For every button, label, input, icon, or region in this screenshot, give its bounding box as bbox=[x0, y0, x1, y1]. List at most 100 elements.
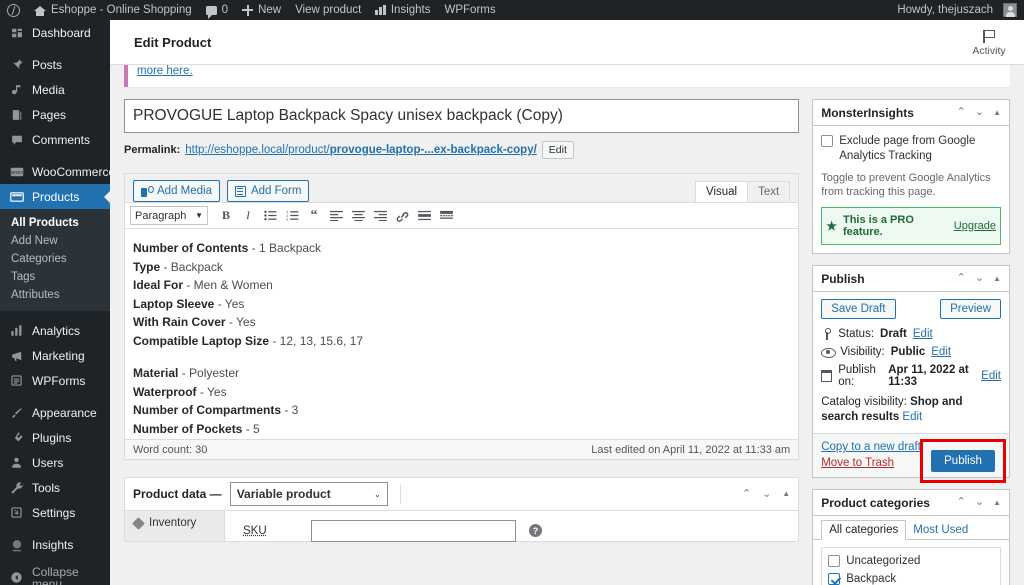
category-checkbox-uncategorized[interactable] bbox=[828, 555, 841, 567]
help-icon[interactable]: ? bbox=[529, 524, 542, 537]
notice-more-link[interactable]: more here. bbox=[137, 65, 193, 77]
tab-text[interactable]: Text bbox=[747, 181, 791, 202]
tab-all-categories[interactable]: All categories bbox=[821, 520, 907, 540]
sidebar-item-comments[interactable]: Comments bbox=[0, 127, 110, 152]
sidebar-item-label: Analytics bbox=[32, 323, 81, 338]
submenu-item-all-products[interactable]: All Products bbox=[0, 214, 110, 232]
status-edit-link[interactable]: Edit bbox=[913, 328, 933, 340]
sidebar-item-posts[interactable]: Posts bbox=[0, 52, 110, 77]
content-region: Edit Product Activity more here. PROVOGU… bbox=[110, 20, 1024, 585]
new-content-menu[interactable]: New bbox=[235, 0, 288, 20]
submenu-item-tags[interactable]: Tags bbox=[0, 268, 110, 286]
preview-button[interactable]: Preview bbox=[940, 299, 1001, 319]
collapse-toggle-icon[interactable]: ▲ bbox=[993, 274, 1001, 283]
align-right-icon[interactable] bbox=[370, 206, 390, 226]
category-item[interactable]: Uncategorized bbox=[828, 553, 994, 571]
collapse-toggle-icon[interactable]: ▲ bbox=[782, 490, 790, 498]
category-item[interactable]: Backpack bbox=[828, 571, 994, 585]
chevron-up-icon[interactable]: ⌃ bbox=[957, 273, 966, 284]
account-area[interactable]: Howdy, thejuszach bbox=[890, 0, 1024, 20]
sidebar-item-wpforms[interactable]: WPForms bbox=[0, 368, 110, 393]
upgrade-link[interactable]: Upgrade bbox=[954, 220, 996, 232]
view-product-menu[interactable]: View product bbox=[288, 0, 368, 20]
submenu-item-attributes[interactable]: Attributes bbox=[0, 286, 110, 304]
exclude-tracking-row[interactable]: Exclude page from Google Analytics Track… bbox=[821, 134, 1001, 164]
align-center-icon[interactable] bbox=[348, 206, 368, 226]
chevron-up-icon[interactable]: ⌃ bbox=[957, 497, 966, 508]
tab-visual[interactable]: Visual bbox=[695, 181, 749, 202]
insights-menu[interactable]: Insights bbox=[368, 0, 437, 20]
editor-content-area[interactable]: Number of Contents - 1 Backpack Type - B… bbox=[125, 229, 799, 439]
toolbar-toggle-icon[interactable] bbox=[436, 206, 456, 226]
add-media-button[interactable]: Add Media bbox=[133, 180, 220, 202]
sidebar-item-tools[interactable]: Tools bbox=[0, 475, 110, 500]
publish-on-label: Publish on: bbox=[838, 364, 876, 388]
sidebar-item-analytics[interactable]: Analytics bbox=[0, 318, 110, 343]
howdy-menu[interactable]: Howdy, thejuszach bbox=[890, 0, 1024, 20]
metabox-controls: ⌃ ⌄ ▲ bbox=[957, 107, 1001, 118]
chevron-down-icon[interactable]: ⌄ bbox=[975, 497, 984, 508]
bold-icon[interactable]: B bbox=[216, 206, 236, 226]
sku-input[interactable] bbox=[311, 519, 516, 542]
activity-button[interactable]: Activity bbox=[964, 28, 1014, 57]
sidebar-item-dashboard[interactable]: Dashboard bbox=[0, 20, 110, 45]
tab-most-used[interactable]: Most Used bbox=[906, 521, 975, 539]
category-checkbox-backpack[interactable] bbox=[828, 573, 841, 585]
chevron-up-icon[interactable]: ⌃ bbox=[957, 107, 966, 118]
sidebar-item-insights[interactable]: Insights bbox=[0, 532, 110, 557]
page-header: Edit Product Activity bbox=[110, 20, 1024, 65]
sidebar-item-appearance[interactable]: Appearance bbox=[0, 400, 110, 425]
spec-line: Number of Pockets - 5 bbox=[133, 420, 790, 439]
collapse-menu-button[interactable]: Collapse menu bbox=[0, 565, 110, 585]
sidebar-item-products[interactable]: Products bbox=[0, 184, 110, 209]
align-left-icon[interactable] bbox=[326, 206, 346, 226]
copy-to-new-draft-link[interactable]: Copy to a new draft bbox=[821, 441, 921, 453]
italic-icon[interactable]: I bbox=[238, 206, 258, 226]
sidebar-item-settings[interactable]: Settings bbox=[0, 500, 110, 525]
pin-icon bbox=[821, 328, 832, 340]
collapse-toggle-icon[interactable]: ▲ bbox=[993, 108, 1001, 117]
move-to-trash-link[interactable]: Move to Trash bbox=[821, 457, 921, 469]
collapse-toggle-icon[interactable]: ▲ bbox=[993, 498, 1001, 507]
sidebar-item-users[interactable]: Users bbox=[0, 450, 110, 475]
sidebar-item-plugins[interactable]: Plugins bbox=[0, 425, 110, 450]
product-data-metabox: Product data — Variable product ⌄ ⌃ ⌄ ▲ bbox=[124, 477, 800, 542]
pd-tab-inventory[interactable]: Inventory bbox=[125, 516, 224, 530]
sidebar-item-pages[interactable]: Pages bbox=[0, 102, 110, 127]
products-submenu: All Products Add New Categories Tags Att… bbox=[0, 209, 110, 311]
publish-on-edit-link[interactable]: Edit bbox=[981, 370, 1001, 382]
product-data-header: Product data — Variable product ⌄ ⌃ ⌄ ▲ bbox=[125, 478, 799, 511]
comments-menu[interactable]: 0 bbox=[199, 0, 235, 20]
chevron-up-icon[interactable]: ⌃ bbox=[742, 488, 751, 500]
wpforms-menu[interactable]: WPForms bbox=[438, 0, 503, 20]
chevron-down-icon[interactable]: ⌄ bbox=[975, 107, 984, 118]
chevron-down-icon[interactable]: ⌄ bbox=[975, 273, 984, 284]
chevron-down-icon[interactable]: ⌄ bbox=[762, 488, 771, 500]
save-draft-button[interactable]: Save Draft bbox=[821, 299, 896, 319]
exclude-tracking-checkbox[interactable] bbox=[821, 135, 834, 147]
product-type-select[interactable]: Variable product ⌄ bbox=[229, 482, 388, 506]
numbered-list-icon[interactable]: 123 bbox=[282, 206, 302, 226]
sidebar-item-woocommerce[interactable]: WOO WooCommerce bbox=[0, 159, 110, 184]
submenu-item-categories[interactable]: Categories bbox=[0, 250, 110, 268]
wordpress-logo-menu[interactable] bbox=[0, 0, 27, 20]
visibility-edit-link[interactable]: Edit bbox=[931, 346, 951, 358]
sidebar-item-label: Users bbox=[32, 455, 64, 470]
blockquote-icon[interactable]: “ bbox=[304, 206, 324, 226]
user-icon bbox=[9, 455, 24, 470]
product-title-input[interactable]: PROVOGUE Laptop Backpack Spacy unisex ba… bbox=[124, 99, 800, 133]
add-form-button[interactable]: Add Form bbox=[226, 180, 310, 202]
publish-button[interactable]: Publish bbox=[931, 450, 995, 472]
edit-permalink-button[interactable]: Edit bbox=[541, 141, 574, 159]
sidebar-item-media[interactable]: Media bbox=[0, 77, 110, 102]
paragraph-format-select[interactable]: Paragraph ▼ bbox=[130, 206, 208, 225]
read-more-icon[interactable] bbox=[414, 206, 434, 226]
site-name-menu[interactable]: Eshoppe - Online Shopping bbox=[27, 0, 199, 20]
bulleted-list-icon[interactable] bbox=[260, 206, 280, 226]
sidebar-item-marketing[interactable]: Marketing bbox=[0, 343, 110, 368]
catalog-edit-link[interactable]: Edit bbox=[902, 411, 922, 423]
permalink-link[interactable]: http://eshoppe.local/product/provogue-la… bbox=[185, 144, 537, 156]
link-icon[interactable] bbox=[392, 206, 412, 226]
spec-line: Ideal For - Men & Women bbox=[133, 276, 790, 295]
submenu-item-add-new[interactable]: Add New bbox=[0, 232, 110, 250]
